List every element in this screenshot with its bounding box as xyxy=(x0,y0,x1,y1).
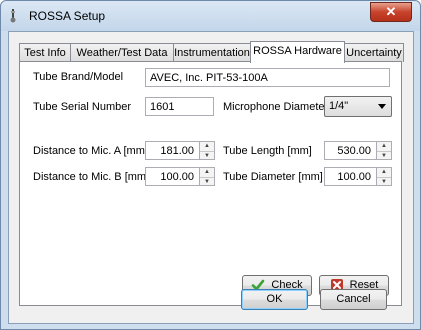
distance-mic-b-label: Distance to Mic. B [mm] xyxy=(33,171,150,183)
tube-length-field[interactable]: 530.00 xyxy=(324,141,377,160)
microphone-diameter-value: 1/4" xyxy=(329,100,349,112)
tab-label: Uncertainty xyxy=(346,47,402,59)
cancel-button-label: Cancel xyxy=(336,293,371,305)
tab-label: Weather/Test Data xyxy=(76,47,168,59)
spin-up-icon[interactable]: ▲ xyxy=(377,168,391,178)
app-icon xyxy=(10,9,16,23)
spin-up-icon[interactable]: ▲ xyxy=(377,142,391,152)
window-title: ROSSA Setup xyxy=(29,9,106,23)
microphone-diameter-select[interactable]: 1/4" xyxy=(324,96,392,117)
tab-label: Test Info xyxy=(24,47,66,59)
spin-up-icon[interactable]: ▲ xyxy=(200,142,214,152)
spin-up-icon[interactable]: ▲ xyxy=(200,168,214,178)
distance-mic-a-spinner[interactable]: ▲ ▼ xyxy=(200,141,215,160)
tab-test-info[interactable]: Test Info xyxy=(19,43,71,62)
tab-weather-test-data[interactable]: Weather/Test Data xyxy=(70,43,174,62)
cancel-button[interactable]: Cancel xyxy=(320,289,387,310)
title-bar[interactable]: ROSSA Setup ✕ xyxy=(1,1,420,31)
tab-instrumentation[interactable]: Instrumentation xyxy=(173,43,251,62)
tab-label: Instrumentation xyxy=(174,47,250,59)
ok-button-label: OK xyxy=(266,293,283,305)
tube-serial-number-field[interactable]: 1601 xyxy=(145,97,214,116)
tube-diameter-spinner[interactable]: ▲ ▼ xyxy=(377,167,392,186)
tube-length-spinner[interactable]: ▲ ▼ xyxy=(377,141,392,160)
tube-diameter-field[interactable]: 100.00 xyxy=(324,167,377,186)
spin-down-icon[interactable]: ▼ xyxy=(377,152,391,161)
distance-mic-a-label: Distance to Mic. A [mm] xyxy=(33,145,148,157)
tab-label: ROSSA Hardware xyxy=(253,45,342,57)
ok-button[interactable]: OK xyxy=(241,289,308,310)
tab-rossa-hardware[interactable]: ROSSA Hardware xyxy=(250,41,345,63)
dialog-client-area: Test Info Weather/Test Data Instrumentat… xyxy=(8,31,414,324)
spin-down-icon[interactable]: ▼ xyxy=(200,152,214,161)
distance-mic-b-field[interactable]: 100.00 xyxy=(145,167,200,186)
chevron-down-icon xyxy=(378,104,386,109)
distance-mic-a-field[interactable]: 181.00 xyxy=(145,141,200,160)
tube-serial-number-label: Tube Serial Number xyxy=(33,101,132,113)
tube-diameter-label: Tube Diameter [mm] xyxy=(223,171,323,183)
spin-down-icon[interactable]: ▼ xyxy=(377,178,391,187)
dialog-window: ROSSA Setup ✕ Test Info Weather/Test Dat… xyxy=(0,0,421,330)
tube-brand-model-field[interactable]: AVEC, Inc. PIT-53-100A xyxy=(145,68,390,87)
spin-down-icon[interactable]: ▼ xyxy=(200,178,214,187)
distance-mic-b-spinner[interactable]: ▲ ▼ xyxy=(200,167,215,186)
tube-brand-model-label: Tube Brand/Model xyxy=(33,71,124,83)
microphone-diameter-label: Microphone Diameter xyxy=(223,101,329,113)
tube-length-label: Tube Length [mm] xyxy=(223,145,312,157)
tab-uncertainty[interactable]: Uncertainty xyxy=(344,43,404,62)
close-icon: ✕ xyxy=(385,4,397,19)
rossa-hardware-panel: Tube Brand/Model AVEC, Inc. PIT-53-100A … xyxy=(19,61,402,306)
close-button[interactable]: ✕ xyxy=(370,2,412,22)
